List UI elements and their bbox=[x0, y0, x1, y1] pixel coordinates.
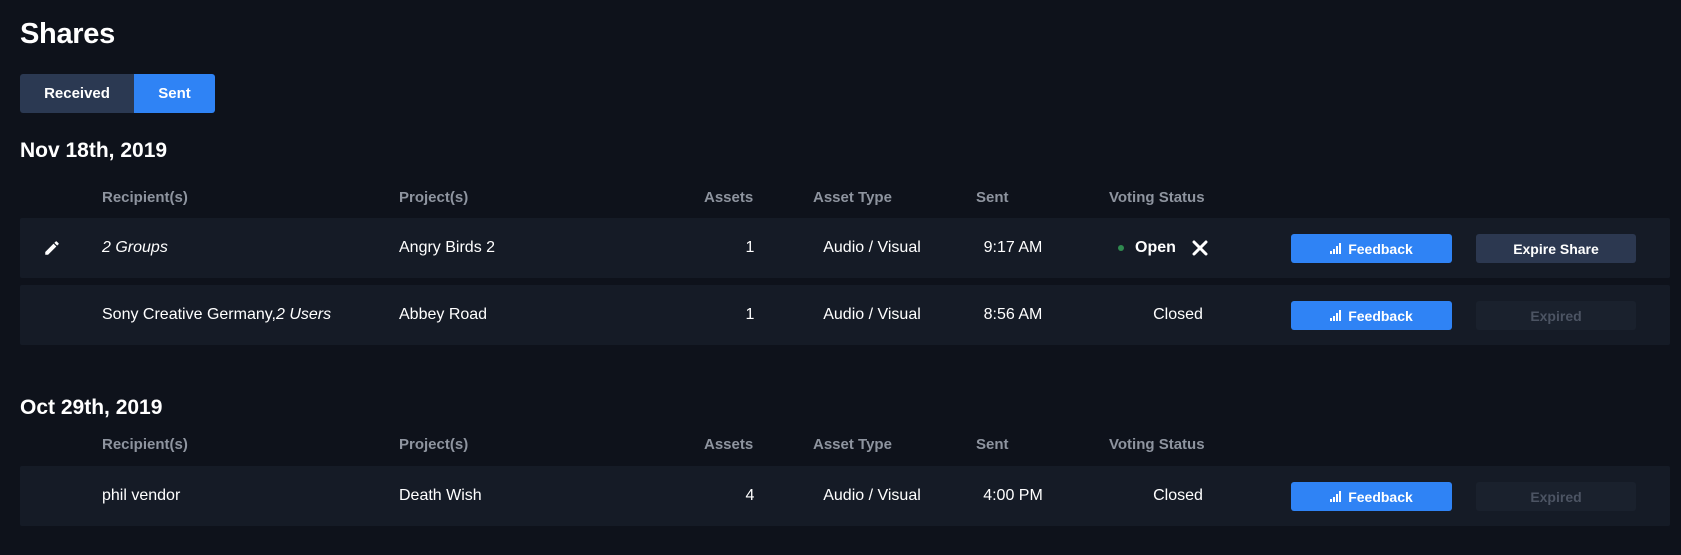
column-header-projects: Project(s) bbox=[399, 189, 469, 206]
shares-tab-switcher: Received Sent bbox=[20, 74, 215, 113]
asset-type-cell: Audio / Visual bbox=[823, 306, 921, 323]
voting-status-cell: Open bbox=[1118, 218, 1208, 278]
voting-status-cell: Closed bbox=[1153, 487, 1203, 504]
project-cell: Angry Birds 2 bbox=[399, 239, 496, 256]
project-cell: Abbey Road bbox=[399, 306, 488, 323]
recipient-count: 2 Groups bbox=[102, 239, 168, 256]
expire-share-button[interactable]: Expire Share bbox=[1476, 234, 1636, 263]
asset-type-cell: Audio / Visual bbox=[823, 239, 921, 256]
sent-time-cell: 4:00 PM bbox=[983, 487, 1043, 504]
group-date: Nov 18th, 2019 bbox=[20, 139, 168, 162]
tab-sent[interactable]: Sent bbox=[134, 74, 215, 113]
bar-chart-icon bbox=[1330, 241, 1342, 257]
column-header-recipients: Recipient(s) bbox=[102, 189, 188, 206]
shares-page: Shares Received Sent Nov 18th, 2019 Reci… bbox=[0, 0, 1681, 555]
expired-button: Expired bbox=[1476, 301, 1636, 330]
status-open-dot bbox=[1118, 245, 1124, 251]
column-header-assets: Assets bbox=[704, 189, 754, 206]
feedback-label: Feedback bbox=[1348, 240, 1413, 257]
table-row: phil vendor Death Wish 4 Audio / Visual … bbox=[20, 466, 1670, 526]
column-header-voting-status: Voting Status bbox=[1109, 436, 1205, 453]
pencil-icon[interactable] bbox=[40, 236, 64, 260]
column-header-projects: Project(s) bbox=[399, 436, 469, 453]
feedback-label: Feedback bbox=[1348, 488, 1413, 505]
recipient-count: 2 Users bbox=[276, 306, 332, 323]
asset-type-cell: Audio / Visual bbox=[823, 487, 921, 504]
recipient-name: Sony Creative Germany, bbox=[102, 306, 276, 323]
close-icon[interactable] bbox=[1192, 240, 1208, 256]
bar-chart-icon bbox=[1330, 308, 1342, 324]
status-badge: Open bbox=[1135, 239, 1176, 256]
column-header-sent: Sent bbox=[976, 189, 1009, 206]
voting-status-cell: Closed bbox=[1153, 306, 1203, 323]
table-row: Sony Creative Germany, 2 Users Abbey Roa… bbox=[20, 285, 1670, 345]
recipient-name: phil vendor bbox=[102, 487, 181, 504]
bar-chart-icon bbox=[1330, 489, 1342, 505]
column-header-sent: Sent bbox=[976, 436, 1009, 453]
column-header-voting-status: Voting Status bbox=[1109, 189, 1205, 206]
group-date: Oct 29th, 2019 bbox=[20, 396, 163, 419]
table-row: 2 Groups Angry Birds 2 1 Audio / Visual … bbox=[20, 218, 1670, 278]
recipient-cell: 2 Groups bbox=[102, 218, 168, 278]
column-header-assets: Assets bbox=[704, 436, 754, 453]
feedback-label: Feedback bbox=[1348, 307, 1413, 324]
recipient-cell: Sony Creative Germany, 2 Users bbox=[102, 285, 331, 345]
page-title: Shares bbox=[20, 18, 115, 50]
column-header-asset-type: Asset Type bbox=[813, 436, 892, 453]
feedback-button[interactable]: Feedback bbox=[1291, 301, 1452, 330]
sent-time-cell: 9:17 AM bbox=[983, 239, 1043, 256]
feedback-button[interactable]: Feedback bbox=[1291, 482, 1452, 511]
sent-time-cell: 8:56 AM bbox=[983, 306, 1043, 323]
expired-button: Expired bbox=[1476, 482, 1636, 511]
project-cell: Death Wish bbox=[399, 487, 482, 504]
tab-received[interactable]: Received bbox=[20, 74, 134, 113]
recipient-cell: phil vendor bbox=[102, 466, 180, 526]
feedback-button[interactable]: Feedback bbox=[1291, 234, 1452, 263]
column-header-asset-type: Asset Type bbox=[813, 189, 892, 206]
column-header-recipients: Recipient(s) bbox=[102, 436, 188, 453]
